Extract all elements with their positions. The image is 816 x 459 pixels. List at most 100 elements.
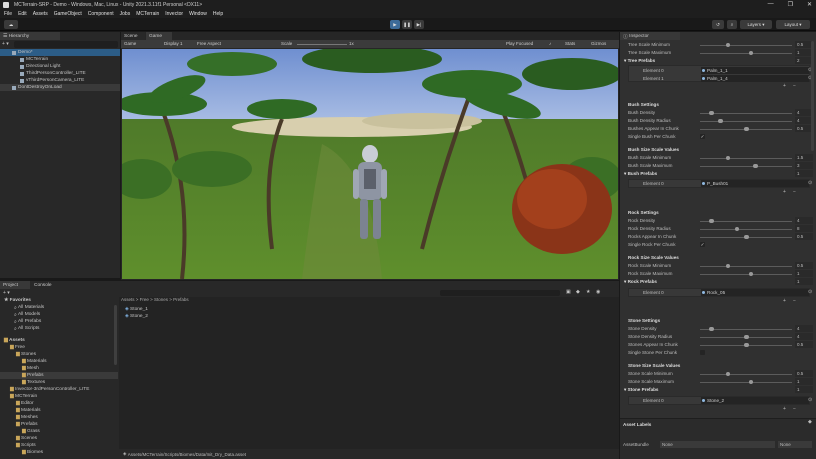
tree-item[interactable]: ▆ Free xyxy=(0,344,25,351)
tab-game[interactable]: Game xyxy=(146,32,172,40)
tree-item[interactable]: ▆ Prefabs xyxy=(0,421,38,428)
tree-item[interactable]: ⌕ All Materials xyxy=(0,304,44,311)
stone-density-input[interactable]: 4 xyxy=(795,325,813,332)
target-icon[interactable]: ⊙ xyxy=(808,397,812,403)
stone-density-radius-slider[interactable] xyxy=(700,334,792,340)
pause-button[interactable]: ❚❚ xyxy=(402,20,412,29)
remove-element-button[interactable]: − xyxy=(793,298,796,304)
slider-knob[interactable] xyxy=(725,263,731,269)
slider-knob[interactable] xyxy=(744,126,749,132)
menu-help[interactable]: Help xyxy=(213,11,223,17)
tree-item[interactable]: ▆ Textures xyxy=(0,379,45,386)
close-button[interactable]: ✕ xyxy=(807,1,812,8)
menu-edit[interactable]: Edit xyxy=(18,11,27,17)
gizmos-button[interactable]: Gizmos xyxy=(591,41,606,46)
slider-knob[interactable] xyxy=(744,334,749,340)
tree-item[interactable]: ⌕ All Models xyxy=(0,311,40,318)
object-field[interactable]: Palm_1_1 xyxy=(701,67,809,74)
stats-button[interactable]: Stats xyxy=(565,41,575,46)
file-item[interactable]: ◈ Stone_1 xyxy=(125,306,148,313)
breadcrumb[interactable]: Assets > Free > Stones > Prefabs xyxy=(121,297,189,302)
remove-element-button[interactable]: − xyxy=(793,83,796,89)
tree-item[interactable]: ▆ Mesh xyxy=(0,365,39,372)
single-bush-checkbox[interactable]: ✓ xyxy=(700,134,705,139)
filter-type-icon[interactable]: ▣ xyxy=(566,289,571,295)
slider-knob[interactable] xyxy=(725,371,731,377)
play-focused-dropdown[interactable]: Play Focused xyxy=(506,41,533,46)
rock-prefabs-count[interactable]: 1 xyxy=(795,278,813,285)
tree-prefabs-row[interactable]: ▾ Tree Prefabs 2 xyxy=(620,57,816,65)
tree-item[interactable]: ★ Favorites xyxy=(0,297,31,304)
slider-knob[interactable] xyxy=(744,234,749,240)
bush-scale-max-input[interactable]: 3 xyxy=(795,162,813,169)
tab-inspector[interactable]: ⓘ Inspector xyxy=(620,32,680,40)
tree-item[interactable]: ⌕ All Scripts xyxy=(0,325,39,332)
rock-scale-min-slider[interactable] xyxy=(700,263,792,269)
menu-component[interactable]: Component xyxy=(88,11,114,17)
add-element-button[interactable]: + xyxy=(783,406,786,412)
hierarchy-item-mcterrain[interactable]: MCTerrain xyxy=(0,56,48,63)
rocks-appear-input[interactable]: 0.5 xyxy=(795,233,813,240)
label-tag-icon[interactable]: ◆ xyxy=(808,419,812,425)
rock-scale-max-input[interactable]: 1 xyxy=(795,270,813,277)
search-button[interactable]: ⌕ xyxy=(727,20,737,29)
tree-scale-min-slider[interactable] xyxy=(700,42,792,48)
add-element-button[interactable]: + xyxy=(783,189,786,195)
tree-item[interactable]: ▆ Biomes xyxy=(0,449,43,456)
slider-knob[interactable] xyxy=(718,118,723,124)
play-button[interactable]: ▶ xyxy=(390,20,400,29)
bush-prefabs-count[interactable]: 1 xyxy=(795,170,813,177)
slider-knob[interactable] xyxy=(734,226,740,232)
asset-bundle-variant-dropdown[interactable]: None xyxy=(778,441,812,448)
slider-knob[interactable] xyxy=(748,271,754,277)
remove-element-button[interactable]: − xyxy=(793,406,796,412)
menu-jobs[interactable]: Jobs xyxy=(120,11,131,17)
single-stone-checkbox[interactable] xyxy=(700,350,705,355)
scale-slider[interactable] xyxy=(297,43,347,45)
slider-knob[interactable] xyxy=(709,218,714,224)
add-element-button[interactable]: + xyxy=(783,298,786,304)
hierarchy-item-camera[interactable]: vThirdPersonCamera_LITE xyxy=(0,77,84,84)
slider-knob[interactable] xyxy=(725,42,731,48)
asset-bundle-dropdown[interactable]: None xyxy=(660,441,775,448)
rock-scale-min-input[interactable]: 0.5 xyxy=(795,262,813,269)
bushes-appear-slider[interactable] xyxy=(700,126,792,132)
rocks-appear-slider[interactable] xyxy=(700,234,792,240)
rock-density-input[interactable]: 4 xyxy=(795,217,813,224)
hierarchy-search-input[interactable] xyxy=(14,41,118,48)
stone-prefabs-count[interactable]: 1 xyxy=(795,386,813,393)
hierarchy-item-thirdperson[interactable]: ThirdPersonController_LITE xyxy=(0,70,86,77)
stone-density-radius-input[interactable]: 4 xyxy=(795,333,813,340)
stones-appear-slider[interactable] xyxy=(700,342,792,348)
tree-item[interactable]: ▆ Grass xyxy=(0,428,40,435)
menu-mcterrain[interactable]: MCTerrain xyxy=(136,11,159,17)
layout-dropdown[interactable]: Layout ▾ xyxy=(776,20,810,29)
slider-knob[interactable] xyxy=(744,342,749,348)
tab-scene[interactable]: Scene xyxy=(121,32,145,40)
tree-scale-max-slider[interactable] xyxy=(700,50,792,56)
project-search-input[interactable] xyxy=(440,290,560,296)
rock-density-radius-slider[interactable] xyxy=(700,226,792,232)
project-add-button[interactable]: + ▾ xyxy=(3,290,10,296)
menu-file[interactable]: File xyxy=(4,11,12,17)
tree-item[interactable]: ▆ Scenes xyxy=(0,435,37,442)
slider-knob[interactable] xyxy=(748,50,754,56)
target-icon[interactable]: ⊙ xyxy=(808,180,812,186)
history-button[interactable]: ↺ xyxy=(712,20,724,29)
menu-window[interactable]: Window xyxy=(189,11,207,17)
add-element-button[interactable]: + xyxy=(783,83,786,89)
stone-scale-max-slider[interactable] xyxy=(700,379,792,385)
stones-appear-input[interactable]: 0.5 xyxy=(795,341,813,348)
tree-item[interactable]: ▆ Assets xyxy=(0,337,25,344)
menu-assets[interactable]: Assets xyxy=(33,11,48,17)
game-viewport[interactable] xyxy=(122,49,618,279)
tree-item[interactable]: ▆ Materials xyxy=(0,407,41,414)
hierarchy-item-dontdestroy[interactable]: DontDestroyOnLoad xyxy=(0,84,120,91)
minimize-button[interactable]: — xyxy=(768,1,774,8)
single-rock-checkbox[interactable]: ✓ xyxy=(700,242,705,247)
slider-knob[interactable] xyxy=(709,110,714,116)
tree-item[interactable]: ▆ MCTerrain xyxy=(0,393,37,400)
stone-density-slider[interactable] xyxy=(700,326,792,332)
tree-item[interactable]: ▆ Materials xyxy=(0,358,47,365)
rock-density-radius-input[interactable]: 8 xyxy=(795,225,813,232)
